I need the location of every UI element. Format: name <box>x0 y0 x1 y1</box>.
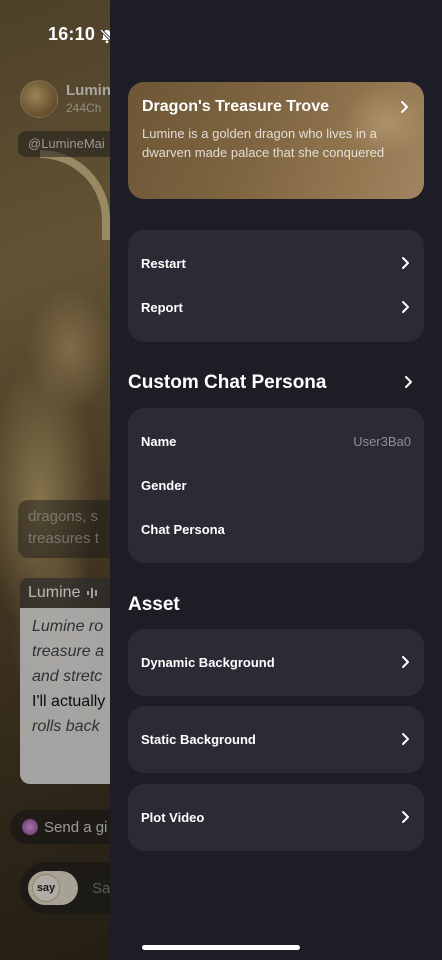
chevron-right-icon <box>402 257 409 269</box>
side-drawer: Dragon's Treasure Trove Lumine is a gold… <box>110 0 442 960</box>
chevron-right-icon <box>401 101 408 113</box>
asset-section-title: Asset <box>128 594 180 615</box>
chevron-right-icon[interactable] <box>402 375 414 389</box>
chat-persona-label: Chat Persona <box>141 521 225 537</box>
static-background-row[interactable]: Static Background <box>128 724 424 754</box>
chevron-right-icon <box>402 301 409 313</box>
persona-name-row[interactable]: Name User3Ba0 <box>128 426 424 456</box>
persona-name-label: Name <box>141 433 177 449</box>
persona-section-title[interactable]: Custom Chat Persona <box>128 372 326 394</box>
story-title: Dragon's Treasure Trove <box>142 98 329 115</box>
chevron-right-icon <box>402 656 409 668</box>
persona-gender-row[interactable]: Gender <box>128 470 424 500</box>
status-time: 16:10 <box>48 24 96 44</box>
restart-row[interactable]: Restart <box>128 248 424 278</box>
static-background-label: Static Background <box>141 731 256 747</box>
home-indicator[interactable] <box>142 945 300 950</box>
static-background-card[interactable]: Static Background <box>128 706 424 773</box>
persona-gender-label: Gender <box>141 477 187 493</box>
plot-video-label: Plot Video <box>141 809 205 825</box>
actions-group: Restart Report <box>128 230 424 342</box>
dynamic-background-card[interactable]: Dynamic Background <box>128 629 424 696</box>
restart-label: Restart <box>141 255 186 271</box>
persona-name-value: User3Ba0 <box>353 433 411 449</box>
chevron-right-icon <box>402 733 409 745</box>
story-card[interactable]: Dragon's Treasure Trove Lumine is a gold… <box>128 82 424 199</box>
plot-video-row[interactable]: Plot Video <box>128 802 424 832</box>
persona-group: Name User3Ba0 Gender Chat Persona <box>128 408 424 563</box>
report-row[interactable]: Report <box>128 292 424 322</box>
report-label: Report <box>141 299 183 315</box>
dynamic-background-row[interactable]: Dynamic Background <box>128 647 424 677</box>
plot-video-card[interactable]: Plot Video <box>128 784 424 851</box>
story-description: Lumine is a golden dragon who lives in a… <box>142 126 385 160</box>
chat-persona-row[interactable]: Chat Persona <box>128 514 424 544</box>
chevron-right-icon <box>402 811 409 823</box>
dynamic-background-label: Dynamic Background <box>141 654 275 670</box>
